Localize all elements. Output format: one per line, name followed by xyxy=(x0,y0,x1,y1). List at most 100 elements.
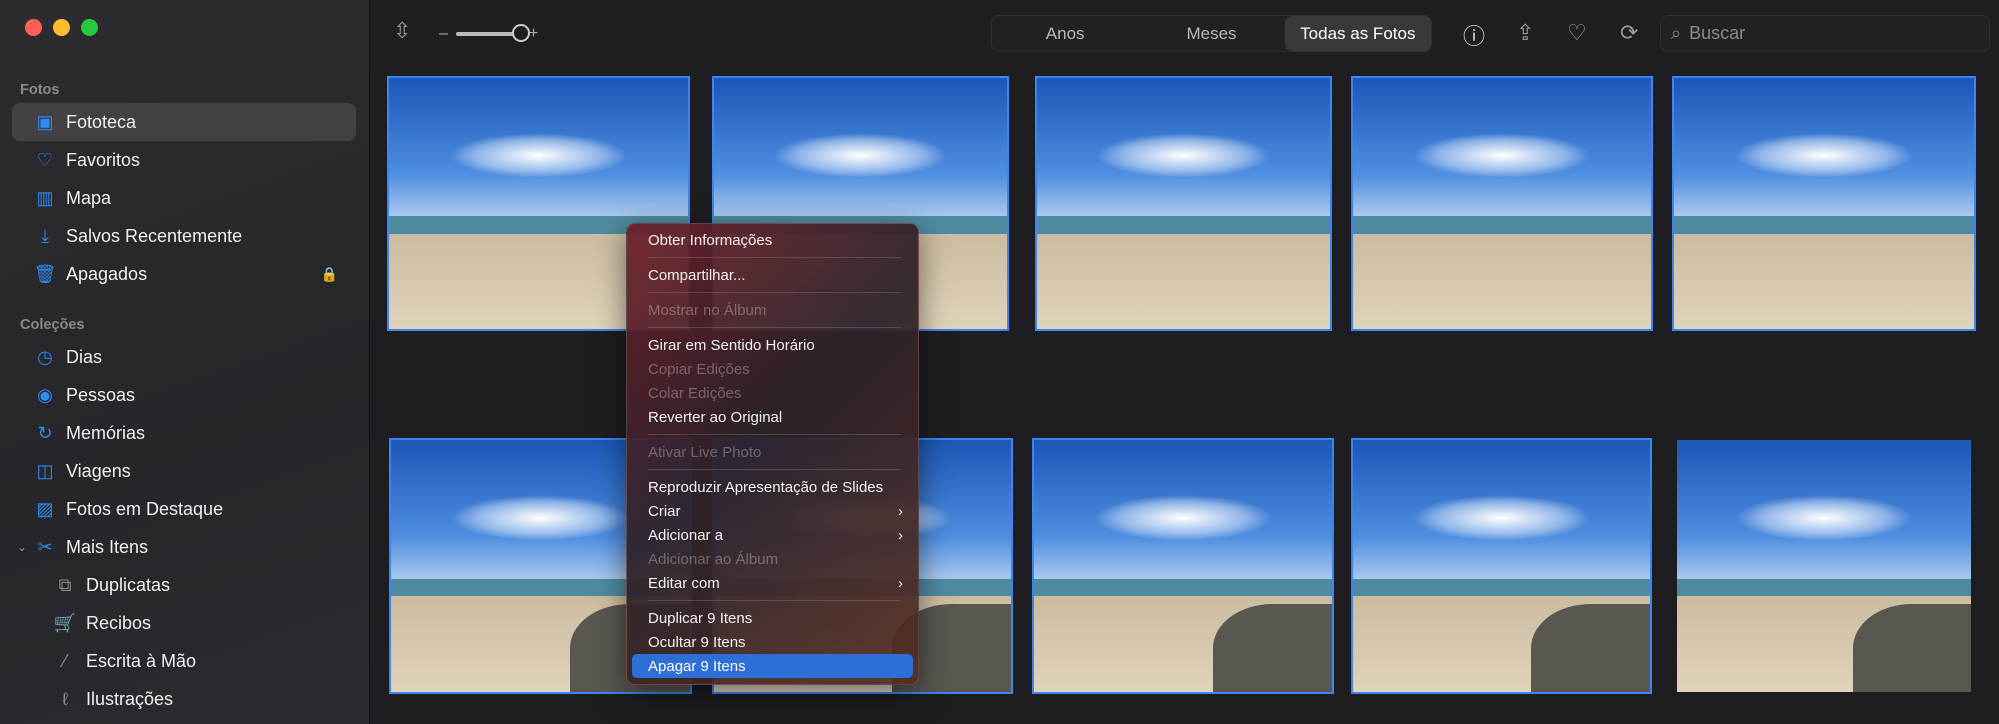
heart-icon: ♡ xyxy=(36,149,54,170)
featured-photo-icon: ▨ xyxy=(36,498,54,519)
sidebar-item-memorias[interactable]: ↻ Memórias xyxy=(12,414,356,452)
sidebar-item-destaque[interactable]: ▨ Fotos em Destaque xyxy=(12,490,356,528)
menu-item[interactable]: Obter Informações xyxy=(632,228,913,252)
sidebar-item-salvos[interactable]: ⤓ Salvos Recentemente xyxy=(12,217,356,255)
menu-item: Mostrar no Álbum xyxy=(632,298,913,322)
minimize-button[interactable] xyxy=(53,19,70,36)
duplicate-icon: ⧉ xyxy=(58,574,72,595)
menu-item[interactable]: Duplicar 9 Itens xyxy=(632,606,913,630)
chevron-down-icon[interactable]: ⌄ xyxy=(17,540,27,554)
rotate-icon[interactable]: ⟳ xyxy=(1620,20,1638,46)
menu-separator xyxy=(648,434,901,435)
menu-item-label: Ocultar 9 Itens xyxy=(648,633,746,651)
menu-item[interactable]: Editar com › xyxy=(632,571,913,595)
sidebar-item-mapa[interactable]: ▥ Mapa xyxy=(12,179,356,217)
search-placeholder: Buscar xyxy=(1689,23,1746,43)
sidebar-item-apagados[interactable]: 🗑 Apagados 🔒 xyxy=(12,255,356,293)
download-icon: ⤓ xyxy=(41,225,49,246)
menu-item-label: Reproduzir Apresentação de Slides xyxy=(648,478,884,496)
clock-icon: ◷ xyxy=(37,346,53,367)
sidebar-item-label: Fototeca xyxy=(66,111,137,132)
photo-thumbnail[interactable] xyxy=(1035,76,1332,331)
sidebar-item-escrita[interactable]: ⁄ Escrita à Mão xyxy=(12,642,356,680)
window-controls xyxy=(25,19,98,36)
search-field[interactable]: ⌕ Buscar xyxy=(1660,15,1990,52)
menu-item[interactable]: Compartilhar... xyxy=(632,263,913,287)
sidebar-item-label: Favoritos xyxy=(66,149,141,170)
menu-item: Adicionar ao Álbum xyxy=(632,547,913,571)
info-icon[interactable]: ⓘ xyxy=(1463,19,1485,51)
menu-item[interactable]: Apagar 9 Itens xyxy=(632,654,913,678)
chevron-right-icon: › xyxy=(898,526,903,544)
menu-separator xyxy=(648,327,901,328)
sidebar-item-label: Viagens xyxy=(66,460,131,481)
memories-icon: ↻ xyxy=(37,422,53,443)
sidebar-item-label: Duplicatas xyxy=(86,574,171,595)
menu-item[interactable]: Reproduzir Apresentação de Slides xyxy=(632,475,913,499)
tab-meses[interactable]: Meses xyxy=(1138,16,1284,51)
zoom-slider[interactable]: – + xyxy=(439,24,539,43)
scribble-icon: ℓ xyxy=(62,688,68,709)
menu-item[interactable]: Reverter ao Original xyxy=(632,405,913,429)
zoom-track[interactable] xyxy=(455,24,530,42)
sidebar-item-label: Escrita à Mão xyxy=(86,650,197,671)
zoom-in-label: + xyxy=(528,25,539,42)
sidebar-item-pessoas[interactable]: ◉ Pessoas xyxy=(12,376,356,414)
zoom-button[interactable] xyxy=(81,19,98,36)
menu-separator xyxy=(648,469,901,470)
sidebar-item-ilustracoes[interactable]: ℓ Ilustrações xyxy=(12,680,356,718)
menu-separator xyxy=(648,257,901,258)
sidebar-item-label: Salvos Recentemente xyxy=(66,225,243,246)
sidebar-item-label: Mais Itens xyxy=(66,536,149,557)
sidebar-item-label: Memórias xyxy=(66,422,146,443)
sidebar-item-viagens[interactable]: ◫ Viagens xyxy=(12,452,356,490)
menu-item-label: Girar em Sentido Horário xyxy=(648,336,815,354)
sidebar-item-recibos[interactable]: 🛒 Recibos xyxy=(12,604,356,642)
photo-thumbnail[interactable] xyxy=(1351,438,1652,694)
photo-thumbnail[interactable] xyxy=(1032,438,1334,694)
sidebar-item-mais-itens[interactable]: ⌄ ✂ Mais Itens xyxy=(12,528,356,566)
sidebar-item-label: Mapa xyxy=(66,187,112,208)
menu-item-label: Adicionar ao Álbum xyxy=(648,550,779,568)
pen-stroke-icon: ⁄ xyxy=(63,650,67,671)
menu-item-label: Ativar Live Photo xyxy=(648,443,762,461)
sidebar-item-duplicatas[interactable]: ⧉ Duplicatas xyxy=(12,566,356,604)
menu-item[interactable]: Girar em Sentido Horário xyxy=(632,333,913,357)
cart-icon: 🛒 xyxy=(53,612,77,633)
close-button[interactable] xyxy=(25,19,42,36)
sidebar-item-fototeca[interactable]: ▣ Fototeca xyxy=(12,103,356,141)
person-icon: ◉ xyxy=(37,384,53,405)
chevron-right-icon: › xyxy=(898,502,903,520)
photo-thumbnail[interactable] xyxy=(1672,76,1976,331)
menu-item-label: Adicionar a xyxy=(648,526,724,544)
tab-anos[interactable]: Anos xyxy=(992,16,1138,51)
menu-item-label: Compartilhar... xyxy=(648,266,746,284)
photo-thumbnail[interactable] xyxy=(1351,76,1653,331)
menu-item[interactable]: Adicionar a › xyxy=(632,523,913,547)
menu-item-label: Criar xyxy=(648,502,681,520)
menu-item[interactable]: Ocultar 9 Itens xyxy=(632,630,913,654)
sidebar-item-label: Recibos xyxy=(86,612,152,633)
share-icon[interactable]: ⇪ xyxy=(1516,20,1534,46)
menu-item[interactable]: Criar › xyxy=(632,499,913,523)
sidebar-item-label: Ilustrações xyxy=(86,688,174,709)
suitcase-icon: ◫ xyxy=(36,460,54,481)
chevron-right-icon: › xyxy=(898,574,903,592)
tab-todas-as-fotos[interactable]: Todas as Fotos xyxy=(1284,16,1431,51)
menu-item-label: Colar Edições xyxy=(648,384,742,402)
menu-item-label: Mostrar no Álbum xyxy=(648,301,767,319)
zoom-knob[interactable] xyxy=(511,24,530,42)
section-header-fotos: Fotos xyxy=(20,82,60,98)
aspect-toggle-icon[interactable]: ⇳ xyxy=(393,18,411,44)
sidebar-item-dias[interactable]: ◷ Dias xyxy=(12,338,356,376)
menu-item: Ativar Live Photo xyxy=(632,440,913,464)
menu-item: Colar Edições xyxy=(632,381,913,405)
heart-icon[interactable]: ♡ xyxy=(1567,20,1587,46)
lock-icon: 🔒 xyxy=(320,265,338,282)
tools-icon: ✂ xyxy=(37,536,53,557)
sidebar-item-label: Apagados xyxy=(66,263,148,284)
photo-thumbnail[interactable] xyxy=(1677,440,1971,692)
menu-item-label: Editar com xyxy=(648,574,720,592)
sidebar-item-favoritos[interactable]: ♡ Favoritos xyxy=(12,141,356,179)
sidebar-item-label: Fotos em Destaque xyxy=(66,498,224,519)
